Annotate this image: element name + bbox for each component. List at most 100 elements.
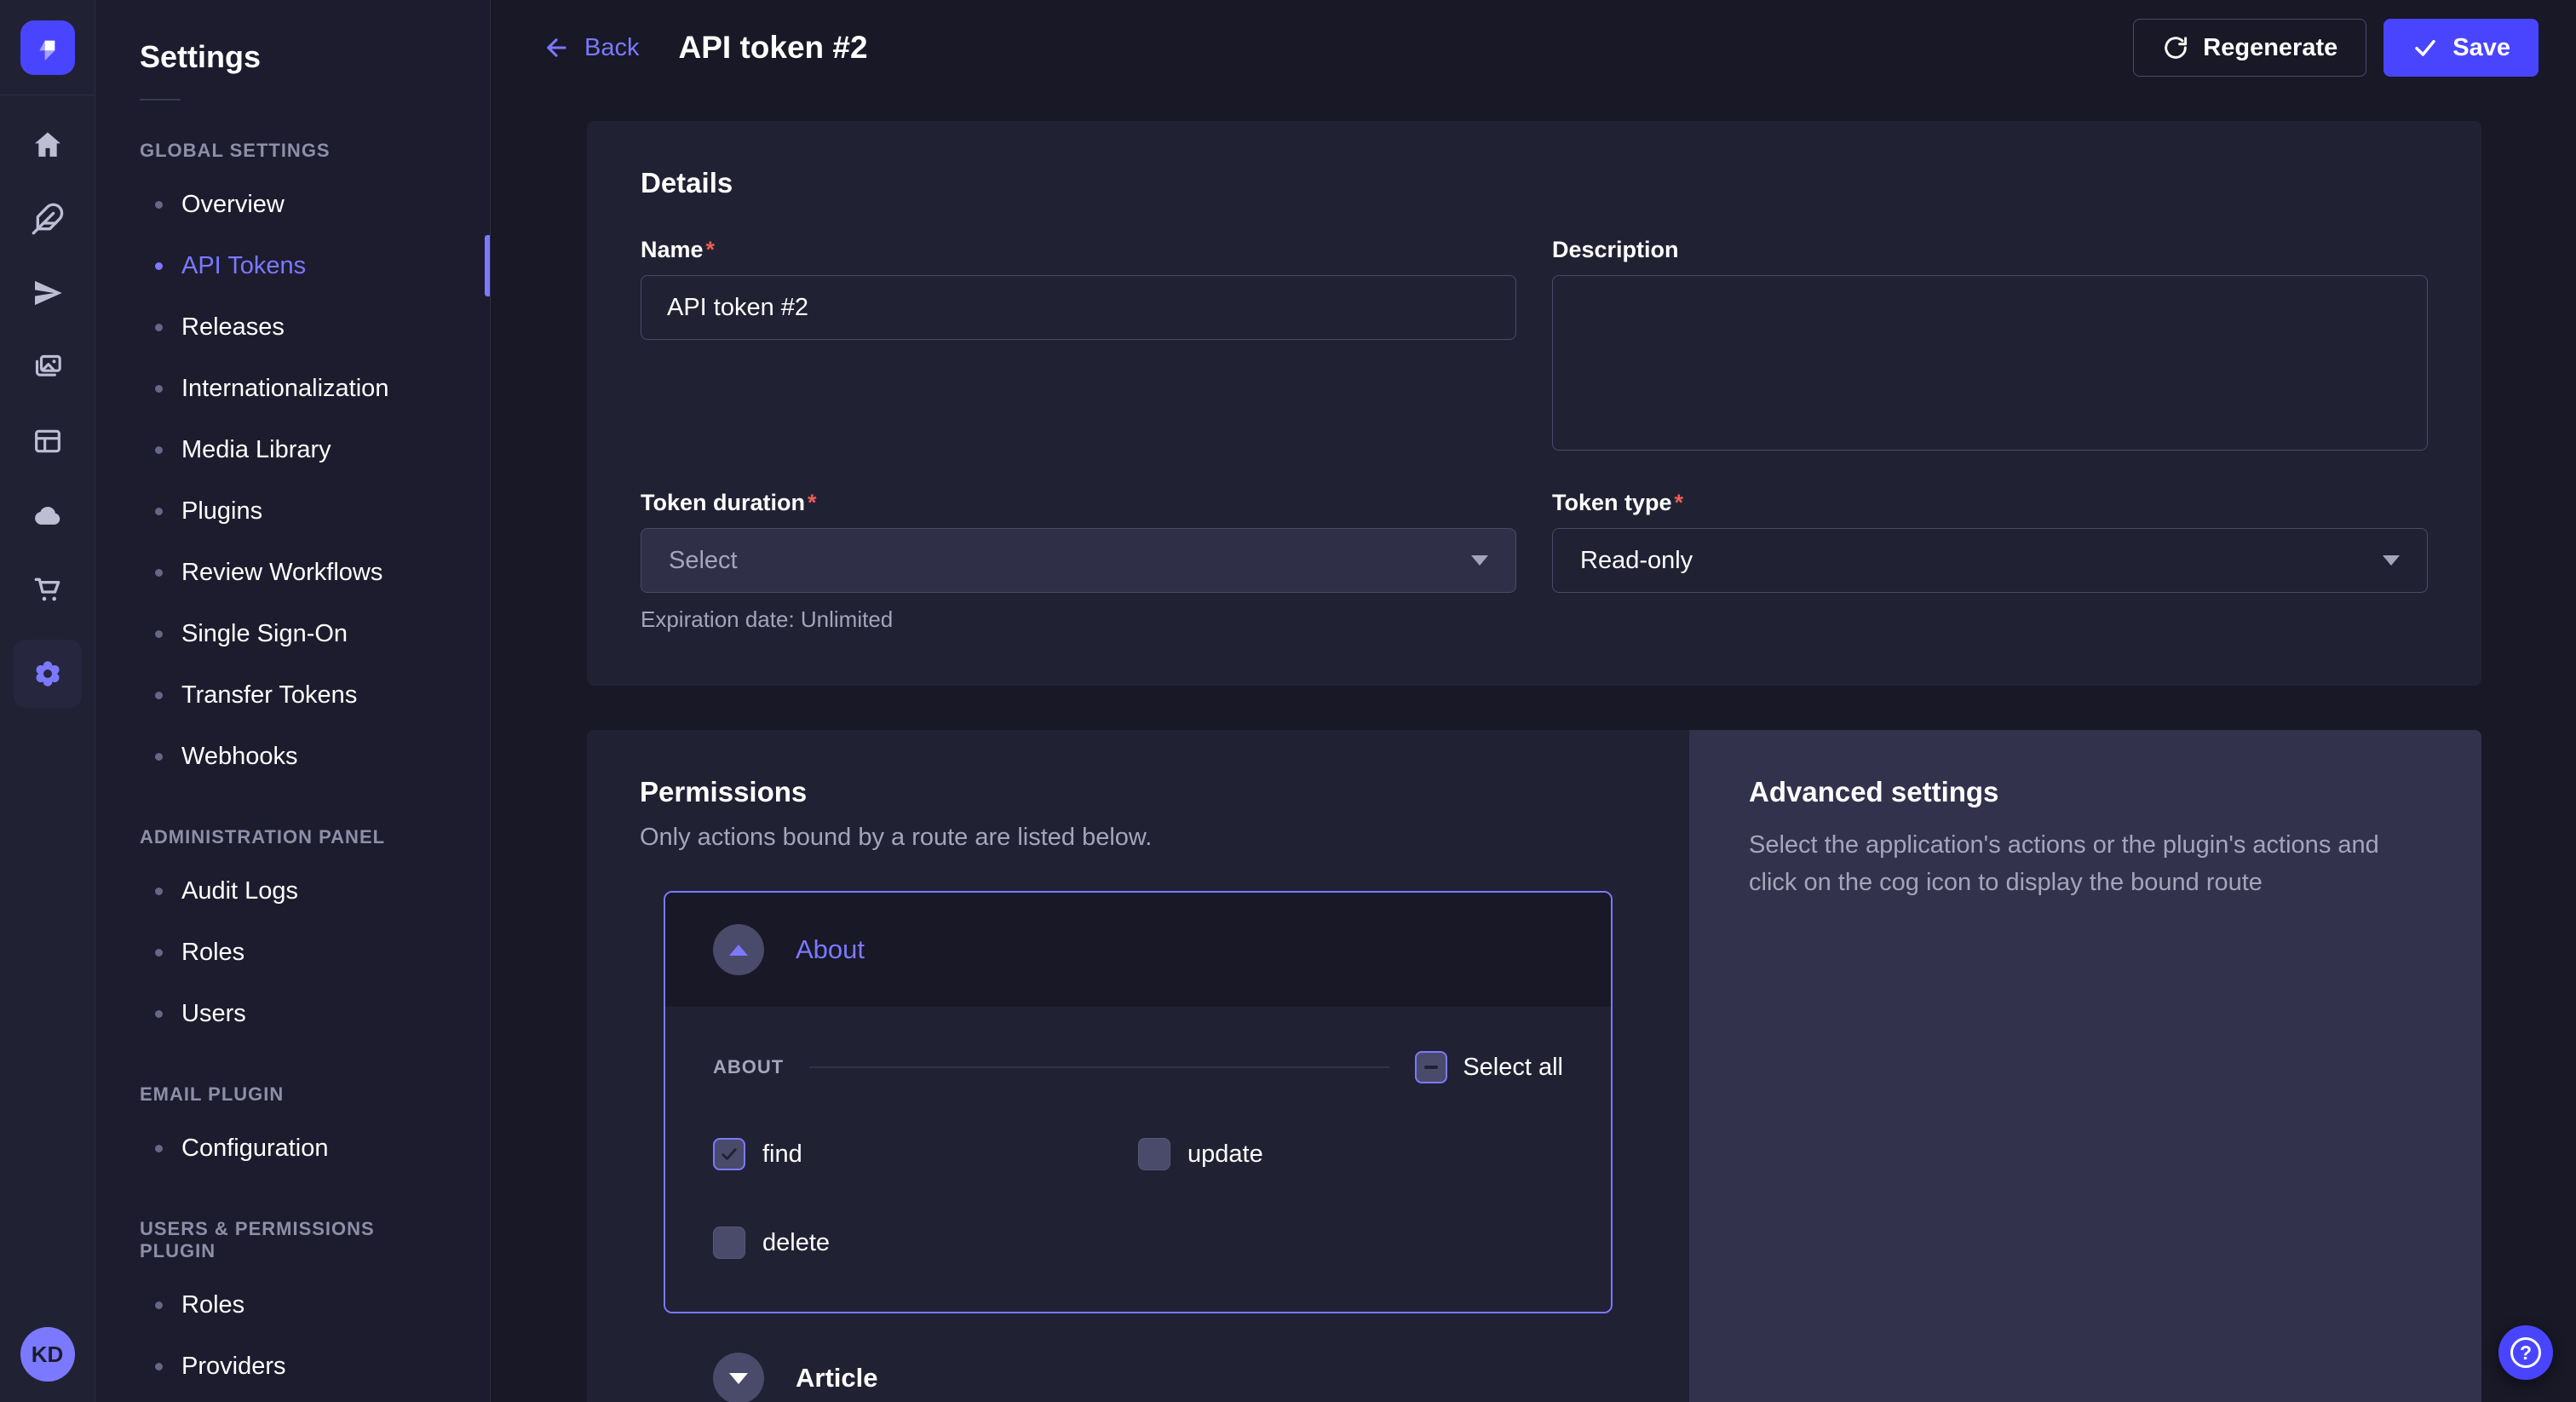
sidebar-item-audit-logs[interactable]: Audit Logs [95,860,490,922]
details-form: Name* Description Token duration* Select [641,237,2428,633]
bullet-dot [155,385,163,393]
expand-toggle-button[interactable] [713,1353,764,1402]
section-heading: GLOBAL SETTINGS [95,140,490,162]
find-checkbox[interactable] [713,1138,745,1170]
details-card: Details Name* Description Token duration… [587,121,2481,686]
chevron-down-icon [729,1373,748,1384]
action-update[interactable]: update [1138,1138,1563,1170]
chevron-down-icon [2383,555,2400,566]
advanced-settings-panel: Advanced settings Select the application… [1689,730,2481,1402]
permissions-card: Permissions Only actions bound by a rout… [587,730,2481,1402]
token-duration-placeholder: Select [669,547,738,575]
bullet-dot [155,753,163,761]
token-type-select[interactable]: Read-only [1552,528,2428,593]
user-avatar[interactable]: KD [20,1327,75,1382]
advanced-settings-heading: Advanced settings [1749,776,2422,808]
bullet-dot [155,569,163,577]
article-accordion-header[interactable]: Article [664,1313,1613,1402]
rail-layout-button[interactable] [24,417,72,465]
about-accordion-header[interactable]: About [665,893,1611,1007]
header-actions: Regenerate Save [2133,19,2539,77]
token-duration-label: Token duration* [641,490,1516,516]
advanced-settings-description: Select the application's actions or the … [1749,827,2422,901]
rail-marketplace-button[interactable] [24,566,72,613]
about-actions-grid: find update delete [713,1138,1563,1259]
section-global-settings: GLOBAL SETTINGS Overview API Tokens Rele… [95,140,490,787]
section-email-plugin: EMAIL PLUGIN Configuration [95,1083,490,1179]
required-asterisk: * [706,237,716,262]
update-checkbox[interactable] [1138,1138,1170,1170]
page-content: Details Name* Description Token duration… [491,95,2576,1402]
token-type-label: Token type* [1552,490,2428,516]
rail-settings-button[interactable] [14,640,82,708]
details-heading: Details [641,167,2428,199]
about-accordion-title: About [796,934,865,965]
required-asterisk: * [1675,490,1684,515]
sidebar-item-transfer-tokens[interactable]: Transfer Tokens [95,664,490,726]
sidebar-item-plugins[interactable]: Plugins [95,480,490,542]
about-accordion: About ABOUT Select all [664,891,1613,1313]
name-input[interactable] [641,275,1516,340]
sidebar-item-single-sign-on[interactable]: Single Sign-On [95,603,490,664]
back-label: Back [584,34,639,62]
bullet-dot [155,262,163,270]
app-root: KD Settings GLOBAL SETTINGS Overview API… [0,0,2576,1402]
bullet-dot [155,630,163,638]
description-textarea[interactable] [1552,275,2428,451]
bullet-dot [155,1301,163,1309]
about-accordion-body: ABOUT Select all [665,1007,1611,1312]
bullet-dot [155,692,163,699]
bullet-dot [155,446,163,454]
article-accordion-title: Article [796,1363,877,1393]
select-all-checkbox[interactable] [1415,1051,1447,1083]
layout-icon [31,424,65,458]
sidebar-item-providers[interactable]: Providers [95,1336,490,1397]
token-type-value: Read-only [1580,547,1693,575]
section-administration-panel: ADMINISTRATION PANEL Audit Logs Roles Us… [95,826,490,1044]
collapse-toggle-button[interactable] [713,924,764,975]
rail-deploy-button[interactable] [24,269,72,317]
sidebar-item-releases[interactable]: Releases [95,296,490,358]
sidebar-item-configuration[interactable]: Configuration [95,1118,490,1179]
action-label: update [1187,1141,1263,1169]
sidebar-item-up-roles[interactable]: Roles [95,1274,490,1336]
token-duration-select[interactable]: Select [641,528,1516,593]
bullet-dot [155,201,163,209]
rail-media-button[interactable] [24,343,72,391]
sidebar-item-api-tokens[interactable]: API Tokens [95,235,490,296]
sidebar-item-webhooks[interactable]: Webhooks [95,726,490,787]
bullet-dot [155,1363,163,1370]
action-find[interactable]: find [713,1138,1138,1170]
sidebar-item-overview[interactable]: Overview [95,174,490,235]
home-icon [31,128,65,162]
main-area: Back API token #2 Regenerate Save [491,0,2576,1402]
save-button[interactable]: Save [2383,19,2539,77]
sidebar-item-admin-roles[interactable]: Roles [95,922,490,983]
sidebar-item-review-workflows[interactable]: Review Workflows [95,542,490,603]
bullet-dot [155,1145,163,1152]
section-users-permissions-plugin: USERS & PERMISSIONS PLUGIN Roles Provide… [95,1218,490,1397]
delete-checkbox[interactable] [713,1227,745,1259]
rail-content-button[interactable] [24,195,72,243]
paper-plane-icon [31,276,65,310]
rail-home-button[interactable] [24,121,72,169]
sidebar-item-admin-users[interactable]: Users [95,983,490,1044]
token-type-field: Token type* Read-only [1552,490,2428,633]
back-link[interactable]: Back [542,33,639,62]
section-heading: ADMINISTRATION PANEL [95,826,490,848]
permissions-subtitle: Only actions bound by a route are listed… [640,824,1636,852]
sidebar-item-media-library[interactable]: Media Library [95,419,490,480]
subnav-title: Settings [95,39,490,75]
bullet-dot [155,949,163,957]
strapi-logo[interactable] [20,20,75,75]
rail-cloud-button[interactable] [24,491,72,539]
sidebar-item-internationalization[interactable]: Internationalization [95,358,490,419]
help-button[interactable]: ? [2498,1325,2553,1380]
regenerate-button[interactable]: Regenerate [2133,19,2366,77]
feather-icon [31,202,65,236]
section-heading: USERS & PERMISSIONS PLUGIN [95,1218,490,1262]
strapi-logo-icon [31,31,65,65]
action-delete[interactable]: delete [713,1227,1138,1259]
page-title: API token #2 [678,30,867,66]
bullet-dot [155,888,163,895]
